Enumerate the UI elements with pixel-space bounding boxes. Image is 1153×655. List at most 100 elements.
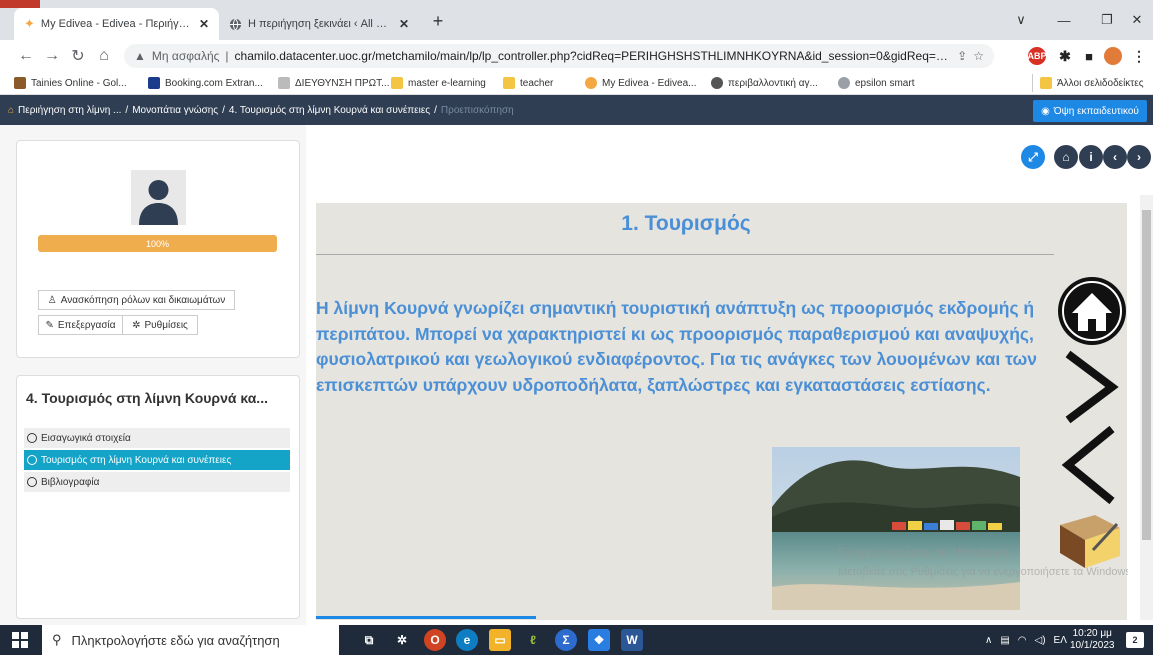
breadcrumb-item-lesson[interactable]: 4. Τουρισμός στη λίμνη Κουρνά και συνέπε…	[229, 105, 430, 116]
windows-start-icon[interactable]	[12, 632, 28, 648]
close-tab-icon[interactable]: ✕	[399, 17, 409, 31]
slide-body-text: Η λίμνη Κουρνά γνωρίζει σημαντική τουρισ…	[316, 298, 1037, 395]
user-icon: ♙	[47, 294, 57, 306]
edge-icon[interactable]: e	[456, 629, 478, 651]
next-icon[interactable]: ›	[1127, 145, 1151, 169]
home-button-graphic[interactable]	[1056, 275, 1128, 347]
edivea-favicon-icon: ✦	[24, 16, 35, 31]
check-circle-icon	[27, 455, 37, 465]
slide-title: 1. Τουρισμός	[621, 212, 751, 235]
close-window-button[interactable]: ✕	[1114, 0, 1153, 40]
bookmark-label: Tainies Online - Gol...	[31, 77, 127, 89]
opera-icon[interactable]: O	[424, 629, 446, 651]
reload-icon[interactable]: ↻	[66, 44, 90, 68]
previous-icon[interactable]: ‹	[1103, 145, 1127, 169]
tab-title: Η περιήγηση ξεκινάει ‹ All H5P C	[248, 18, 393, 30]
previous-arrow-icon[interactable]	[1060, 425, 1120, 505]
search-placeholder: Πληκτρολογήστε εδώ για αναζήτηση	[71, 632, 280, 648]
adblock-extension-icon[interactable]: ABP	[1028, 47, 1047, 65]
home-icon: ⌂	[8, 104, 15, 116]
bookmark-label: ΔΙΕΥΘΥΝΣΗ ΠΡΩΤ...	[295, 77, 390, 89]
scrollbar-thumb[interactable]	[1142, 210, 1151, 540]
clock[interactable]: 10:20 μμ 10/1/2023	[1070, 625, 1115, 655]
bookmark-item[interactable]: Tainies Online - Gol...	[14, 74, 127, 92]
lp-item-bibliography[interactable]: Βιβλιογραφία	[24, 472, 290, 492]
back-arrow-icon[interactable]: ←	[14, 44, 38, 68]
home-icon[interactable]: ⌂	[92, 44, 116, 68]
forward-arrow-icon[interactable]: →	[40, 44, 64, 68]
profile-avatar[interactable]	[1104, 47, 1122, 65]
teacher-view-button[interactable]: ◉ Όψη εκπαιδευτικού	[1033, 100, 1147, 122]
info-icon[interactable]: i	[1079, 145, 1103, 169]
sidepanel-icon[interactable]: ■	[1080, 47, 1098, 65]
bookmark-label: περιβαλλοντική αγ...	[728, 77, 818, 89]
bookmark-folder[interactable]: master e-learning	[391, 74, 486, 92]
avatar	[131, 170, 186, 225]
chevron-up-icon[interactable]: ∧	[985, 635, 992, 646]
wifi-icon[interactable]: ◠	[1018, 635, 1027, 646]
dropbox-icon[interactable]: ❖	[588, 629, 610, 651]
language-indicator[interactable]: ΕΛ	[1054, 635, 1067, 646]
check-circle-icon	[27, 477, 37, 487]
search-icon: ⚲	[52, 632, 62, 647]
check-circle-icon	[27, 433, 37, 443]
lake-photo	[772, 447, 1020, 610]
bookmark-item[interactable]: περιβαλλοντική αγ...	[711, 74, 818, 92]
word-icon[interactable]: W	[621, 629, 643, 651]
bookmark-star-icon[interactable]: ☆	[973, 49, 984, 63]
file-explorer-icon[interactable]: ▭	[489, 629, 511, 651]
notebook-icon[interactable]	[1055, 510, 1125, 570]
address-bar[interactable]: ▲ Μη ασφαλής | chamilo.datacenter.uoc.gr…	[124, 44, 994, 68]
progress-label: 100%	[145, 238, 170, 249]
new-tab-button[interactable]: +	[427, 10, 449, 32]
task-view-icon[interactable]: ⧉	[358, 629, 380, 651]
volume-icon[interactable]: ◁)	[1035, 635, 1046, 646]
fullscreen-icon[interactable]: ⤢	[1021, 145, 1045, 169]
title-divider	[316, 254, 1054, 255]
lp-item-tourism[interactable]: Τουρισμός στη λίμνη Κουρνά και συνέπειες	[24, 450, 290, 470]
bookmarks-divider	[1032, 74, 1033, 92]
notifications-count: 2	[1132, 635, 1138, 645]
bookmark-label: epsilon smart	[855, 77, 915, 89]
bookmark-item[interactable]: Booking.com Extran...	[148, 74, 263, 92]
home-icon[interactable]: ⌂	[1054, 145, 1078, 169]
settings-button[interactable]: ✲ Ρυθμίσεις	[122, 315, 198, 335]
tab-search-button[interactable]: ∨	[998, 0, 1044, 40]
booking-favicon-icon	[148, 77, 160, 89]
security-label: Μη ασφαλής	[151, 49, 220, 63]
lp-item-label: Εισαγωγικά στοιχεία	[41, 432, 131, 444]
close-tab-icon[interactable]: ✕	[199, 17, 209, 31]
app-icon[interactable]: ℓ	[522, 629, 544, 651]
taskbar-search[interactable]: ⚲ Πληκτρολογήστε εδώ για αναζήτηση	[42, 625, 339, 655]
edit-button[interactable]: ✎ Επεξεργασία	[38, 315, 123, 335]
bookmark-label: Άλλοι σελιδοδείκτες	[1057, 77, 1144, 89]
browser-tab[interactable]: Η περιήγηση ξεκινάει ‹ All H5P C ✕	[219, 8, 419, 40]
other-bookmarks-folder[interactable]: Άλλοι σελιδοδείκτες	[1040, 74, 1153, 92]
breadcrumb-item-course[interactable]: Περιήγηση στη λίμνη ...	[18, 105, 121, 116]
breadcrumb-item-learning-paths[interactable]: Μονοπάτια γνώσης	[132, 105, 218, 116]
review-roles-button[interactable]: ♙ Ανασκόπηση ρόλων και δικαιωμάτων	[38, 290, 235, 310]
sigma-app-icon[interactable]: Σ	[555, 629, 577, 651]
next-arrow-icon[interactable]	[1060, 350, 1120, 425]
minimize-button[interactable]: —	[1041, 0, 1087, 40]
browser-tab-active[interactable]: ✦ My Edivea - Edivea - Περιήγηση ✕	[14, 8, 219, 40]
network-icon[interactable]: ▤	[1000, 635, 1009, 646]
bookmark-item[interactable]: epsilon smart	[838, 74, 914, 92]
settings-gear-icon[interactable]: ✲	[391, 629, 413, 651]
bookmark-favicon-icon	[14, 77, 26, 89]
bookmark-label: Booking.com Extran...	[165, 77, 263, 89]
globe-favicon-icon	[229, 18, 242, 31]
bookmark-item[interactable]: My Edivea - Edivea...	[585, 74, 696, 92]
puzzle-extension-icon[interactable]: ✱	[1056, 47, 1074, 65]
breadcrumb-current: Προεπισκόπηση	[440, 104, 514, 116]
system-tray[interactable]: ∧ ▤ ◠ ◁) ΕΛ	[985, 625, 1067, 655]
lp-item-intro[interactable]: Εισαγωγικά στοιχεία	[24, 428, 290, 448]
notifications-icon[interactable]: 2	[1126, 632, 1144, 648]
windows-watermark: Ενεργοποιήστε τα Windows	[838, 544, 1010, 560]
url-text: chamilo.datacenter.uoc.gr/metchamilo/mai…	[234, 49, 952, 63]
bookmark-item[interactable]: ΔΙΕΥΘΥΝΣΗ ΠΡΩΤ...	[278, 74, 389, 92]
bookmark-folder[interactable]: teacher	[503, 74, 553, 92]
chrome-menu-icon[interactable]: ⋮	[1130, 47, 1148, 65]
lp-item-label: Βιβλιογραφία	[41, 476, 100, 488]
share-icon[interactable]: ⇪	[957, 49, 967, 63]
